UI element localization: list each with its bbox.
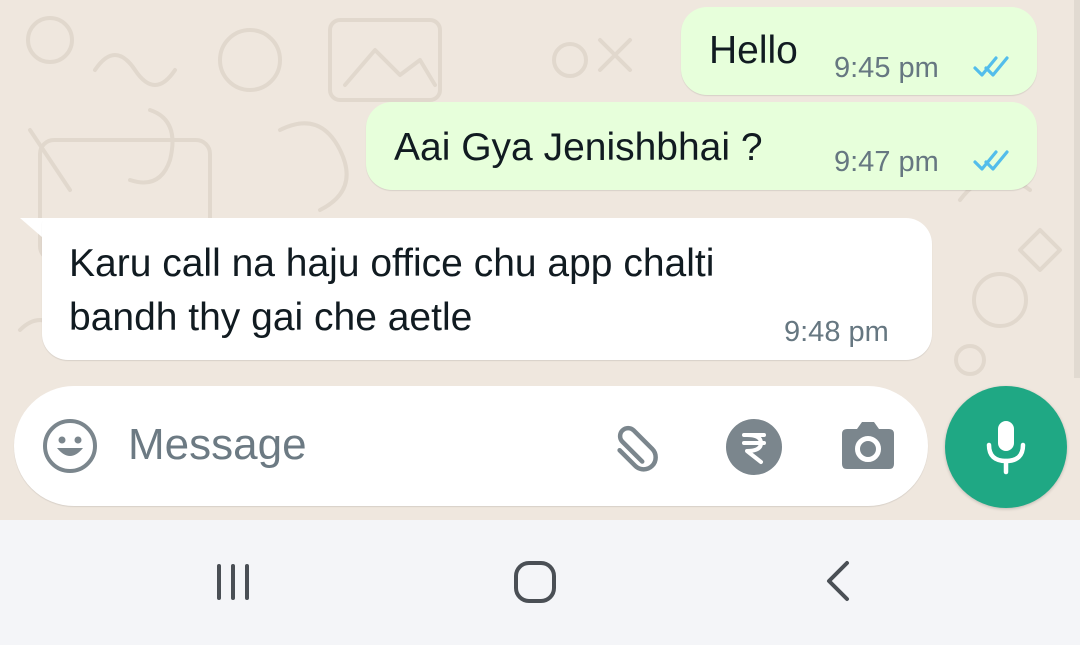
message-time: 9:47 pm	[834, 146, 939, 178]
read-receipt-icon	[973, 56, 1009, 77]
mic-icon	[986, 421, 1026, 475]
message-bubble-incoming[interactable]: Karu call na haju office chu app chalti …	[42, 218, 932, 360]
message-text-line: bandh thy gai che aetle	[69, 296, 473, 339]
message-text: Hello	[709, 29, 798, 72]
message-bubble-outgoing[interactable]: Hello 9:45 pm	[681, 7, 1037, 95]
message-time: 9:45 pm	[834, 52, 939, 84]
home-icon[interactable]	[512, 559, 558, 605]
message-text-line: Karu call na haju office chu app chalti	[69, 242, 715, 285]
system-navigation-bar	[0, 520, 1080, 645]
camera-icon[interactable]	[838, 420, 898, 474]
rupee-payment-icon[interactable]	[725, 418, 783, 476]
message-input[interactable]: Message	[128, 420, 307, 470]
attach-icon[interactable]	[606, 414, 670, 478]
emoji-icon[interactable]	[42, 418, 98, 474]
message-text: Aai Gya Jenishbhai ?	[394, 126, 763, 169]
message-time: 9:48 pm	[784, 316, 889, 348]
voice-message-button[interactable]	[945, 386, 1067, 508]
read-receipt-icon	[973, 150, 1009, 171]
scroll-edge	[1074, 0, 1080, 378]
back-icon[interactable]	[823, 559, 853, 603]
message-bubble-outgoing[interactable]: Aai Gya Jenishbhai ? 9:47 pm	[366, 102, 1037, 190]
recent-apps-icon[interactable]	[213, 562, 253, 602]
